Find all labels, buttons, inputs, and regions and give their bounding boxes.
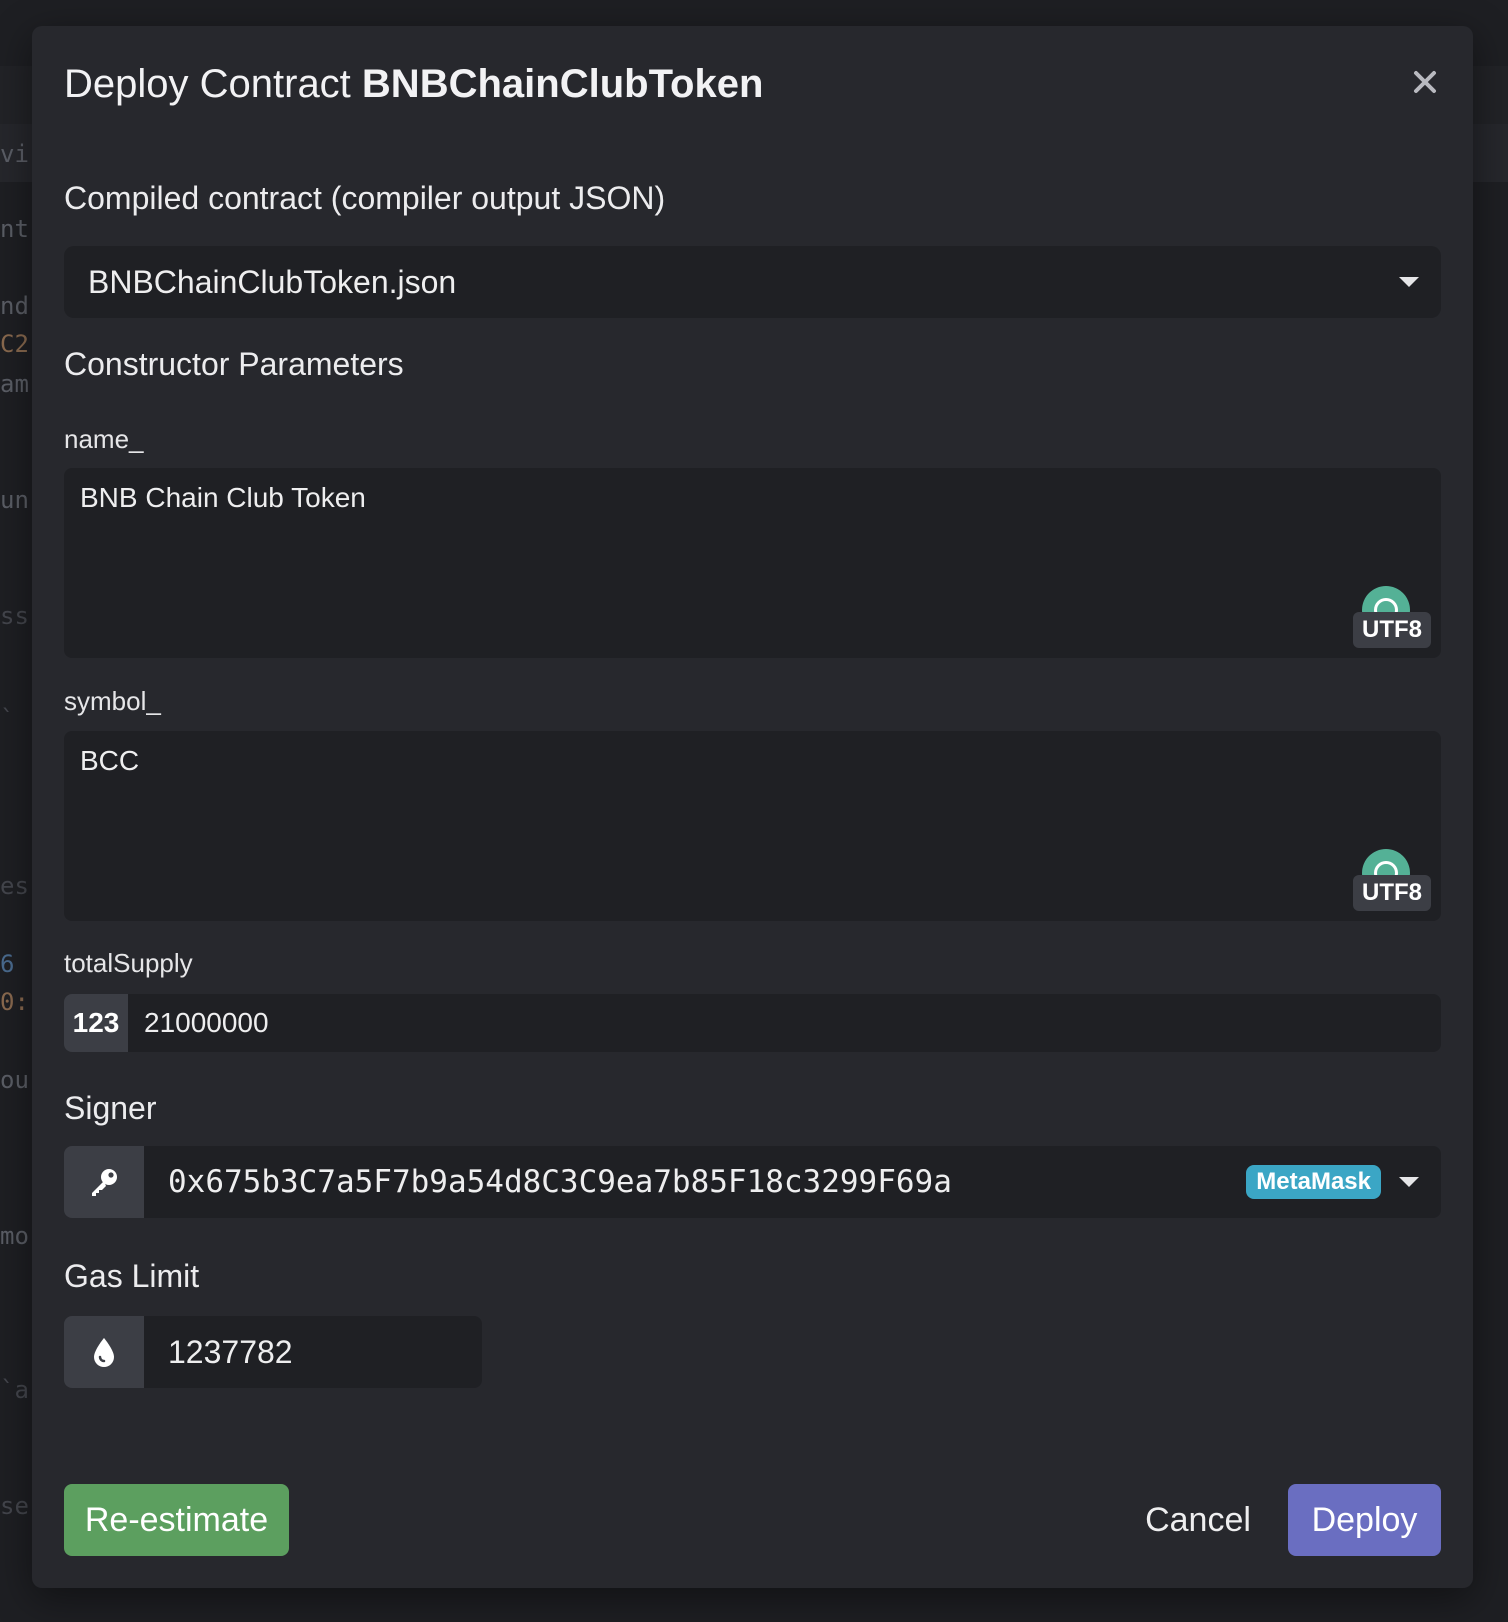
signer-select[interactable]: 0x675b3C7a5F7b9a54d8C3C9ea7b85F18c3299F6… xyxy=(64,1146,1441,1218)
dialog-title-contract: BNBChainClubToken xyxy=(361,62,764,106)
background-code-line: `a xyxy=(0,1376,29,1404)
param-value-name: BNB Chain Club Token xyxy=(80,482,366,513)
param-label-total-supply: totalSupply xyxy=(64,948,193,978)
signer-label: Signer xyxy=(64,1090,157,1126)
signer-address: 0x675b3C7a5F7b9a54d8C3C9ea7b85F18c3299F6… xyxy=(168,1164,952,1200)
reestimate-button[interactable]: Re-estimate xyxy=(64,1484,289,1556)
encoding-toggle[interactable]: UTF8 xyxy=(1353,849,1431,911)
background-code-line: ou xyxy=(0,1066,29,1094)
drop-icon xyxy=(94,1338,114,1367)
param-input-name[interactable]: BNB Chain Club Token UTF8 xyxy=(64,468,1441,658)
background-code-line: un xyxy=(0,486,29,514)
signer-icon-box xyxy=(64,1146,144,1218)
background-code-line: es xyxy=(0,872,29,900)
param-label-symbol: symbol_ xyxy=(64,686,161,716)
background-code-line: mo xyxy=(0,1222,29,1250)
close-icon xyxy=(1414,71,1436,93)
param-label-name: name_ xyxy=(64,424,144,454)
background-code-line: se xyxy=(0,1492,29,1520)
compiled-contract-label: Compiled contract (compiler output JSON) xyxy=(64,180,666,216)
chevron-down-icon xyxy=(1399,277,1419,287)
background-code-line: 0: xyxy=(0,988,29,1016)
close-button[interactable] xyxy=(1407,64,1443,100)
dialog-title-prefix: Deploy Contract xyxy=(64,62,351,106)
constructor-parameters-heading: Constructor Parameters xyxy=(64,346,404,382)
key-icon xyxy=(92,1169,117,1196)
compiled-contract-value: BNBChainClubToken.json xyxy=(88,263,457,300)
compiled-contract-select[interactable]: BNBChainClubToken.json xyxy=(64,246,1441,318)
param-value-symbol: BCC xyxy=(80,745,140,776)
background-code-line: vir xyxy=(0,140,34,168)
chevron-down-icon xyxy=(1399,1177,1419,1187)
deploy-button[interactable]: Deploy xyxy=(1288,1484,1441,1556)
background-code-line: ss xyxy=(0,602,29,630)
param-input-symbol[interactable]: BCC UTF8 xyxy=(64,731,1441,921)
param-input-total-supply[interactable]: 123 21000000 xyxy=(64,994,1441,1052)
background-code-line: C2 xyxy=(0,330,29,358)
gas-limit-label: Gas Limit xyxy=(64,1258,200,1294)
cancel-button[interactable]: Cancel xyxy=(1138,1484,1258,1556)
dialog-title: Deploy Contract BNBChainClubToken xyxy=(64,62,763,107)
wallet-badge: MetaMask xyxy=(1246,1165,1381,1199)
gas-limit-input[interactable]: 1237782 xyxy=(64,1316,482,1388)
deploy-contract-dialog: Deploy Contract BNBChainClubToken Compil… xyxy=(32,26,1473,1588)
total-supply-value: 21000000 xyxy=(144,1007,269,1038)
gas-icon-box xyxy=(64,1316,144,1388)
background-code-line: 6 xyxy=(0,950,15,978)
background-code-line: nd xyxy=(0,292,29,320)
background-code-line: ` xyxy=(0,705,15,733)
number-type-tag: 123 xyxy=(64,994,128,1052)
gas-limit-value: 1237782 xyxy=(168,1333,293,1370)
background-code-line: nt xyxy=(0,215,29,243)
encoding-badge: UTF8 xyxy=(1353,875,1431,911)
encoding-badge: UTF8 xyxy=(1353,612,1431,648)
encoding-toggle[interactable]: UTF8 xyxy=(1353,586,1431,648)
background-code-line: am xyxy=(0,370,29,398)
